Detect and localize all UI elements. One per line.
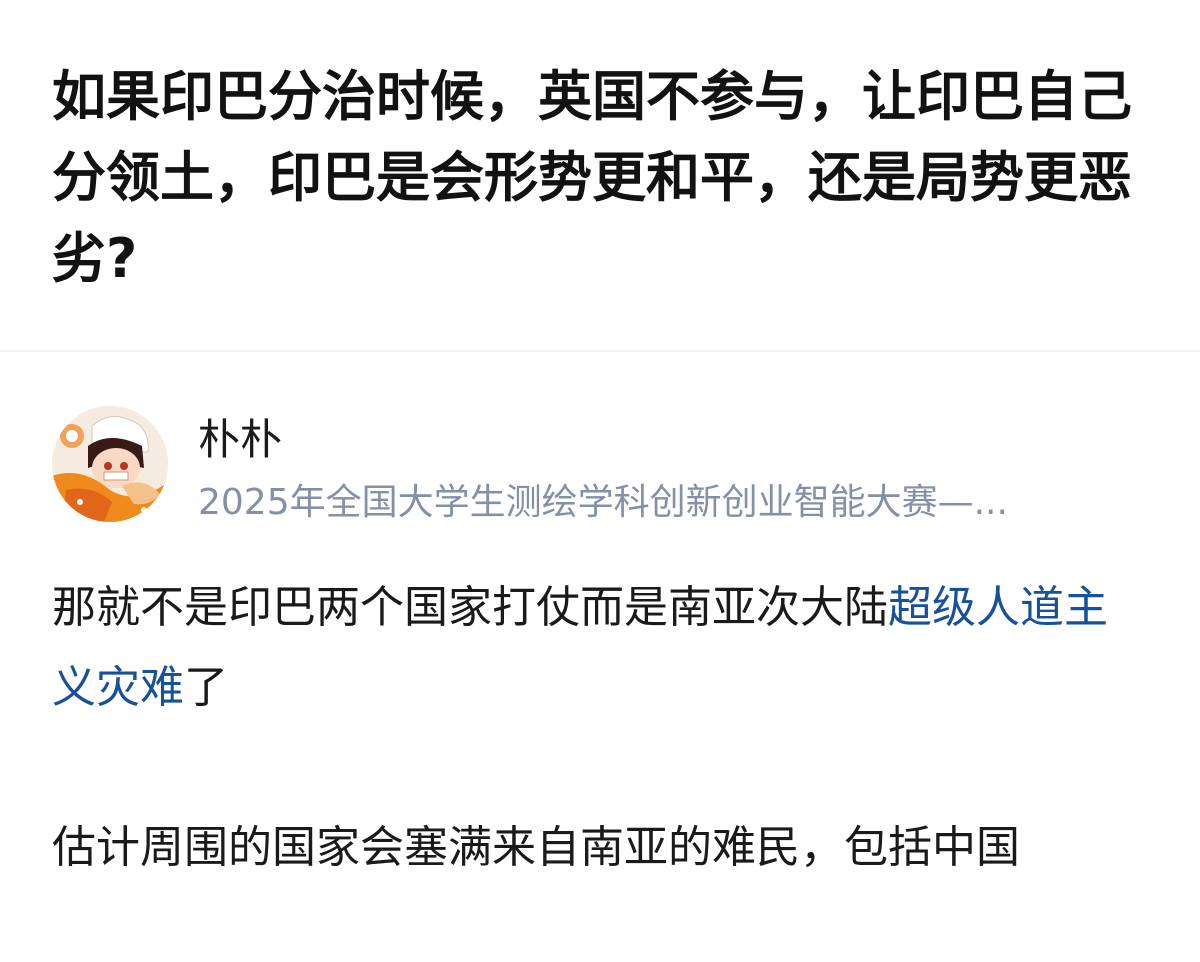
question-title: 如果印巴分治时候，英国不参与，让印巴自己分领土，印巴是会形势更和平，还是局势更恶…	[52, 65, 1132, 290]
answer-paragraph: 那就不是印巴两个国家打仗而是南亚次大陆超级人道主义灾难了	[52, 568, 1142, 728]
avatar[interactable]	[52, 406, 168, 522]
answer-content: 那就不是印巴两个国家打仗而是南亚次大陆超级人道主义灾难了 估计周围的国家会塞满来…	[52, 568, 1142, 888]
divider	[0, 350, 1200, 352]
answer-text: 了	[184, 662, 228, 713]
author-headline: 2025年全国大学生测绘学科创新创业智能大赛—...	[198, 482, 1008, 523]
answer-paragraph: 估计周围的国家会塞满来自南亚的难民，包括中国	[52, 822, 1020, 873]
answer-text: 那就不是印巴两个国家打仗而是南亚次大陆	[52, 582, 888, 633]
avatar-image-icon	[52, 406, 168, 522]
author-info: 朴朴 2025年全国大学生测绘学科创新创业智能大赛—...	[52, 406, 1152, 526]
author-name[interactable]: 朴朴	[198, 412, 282, 468]
